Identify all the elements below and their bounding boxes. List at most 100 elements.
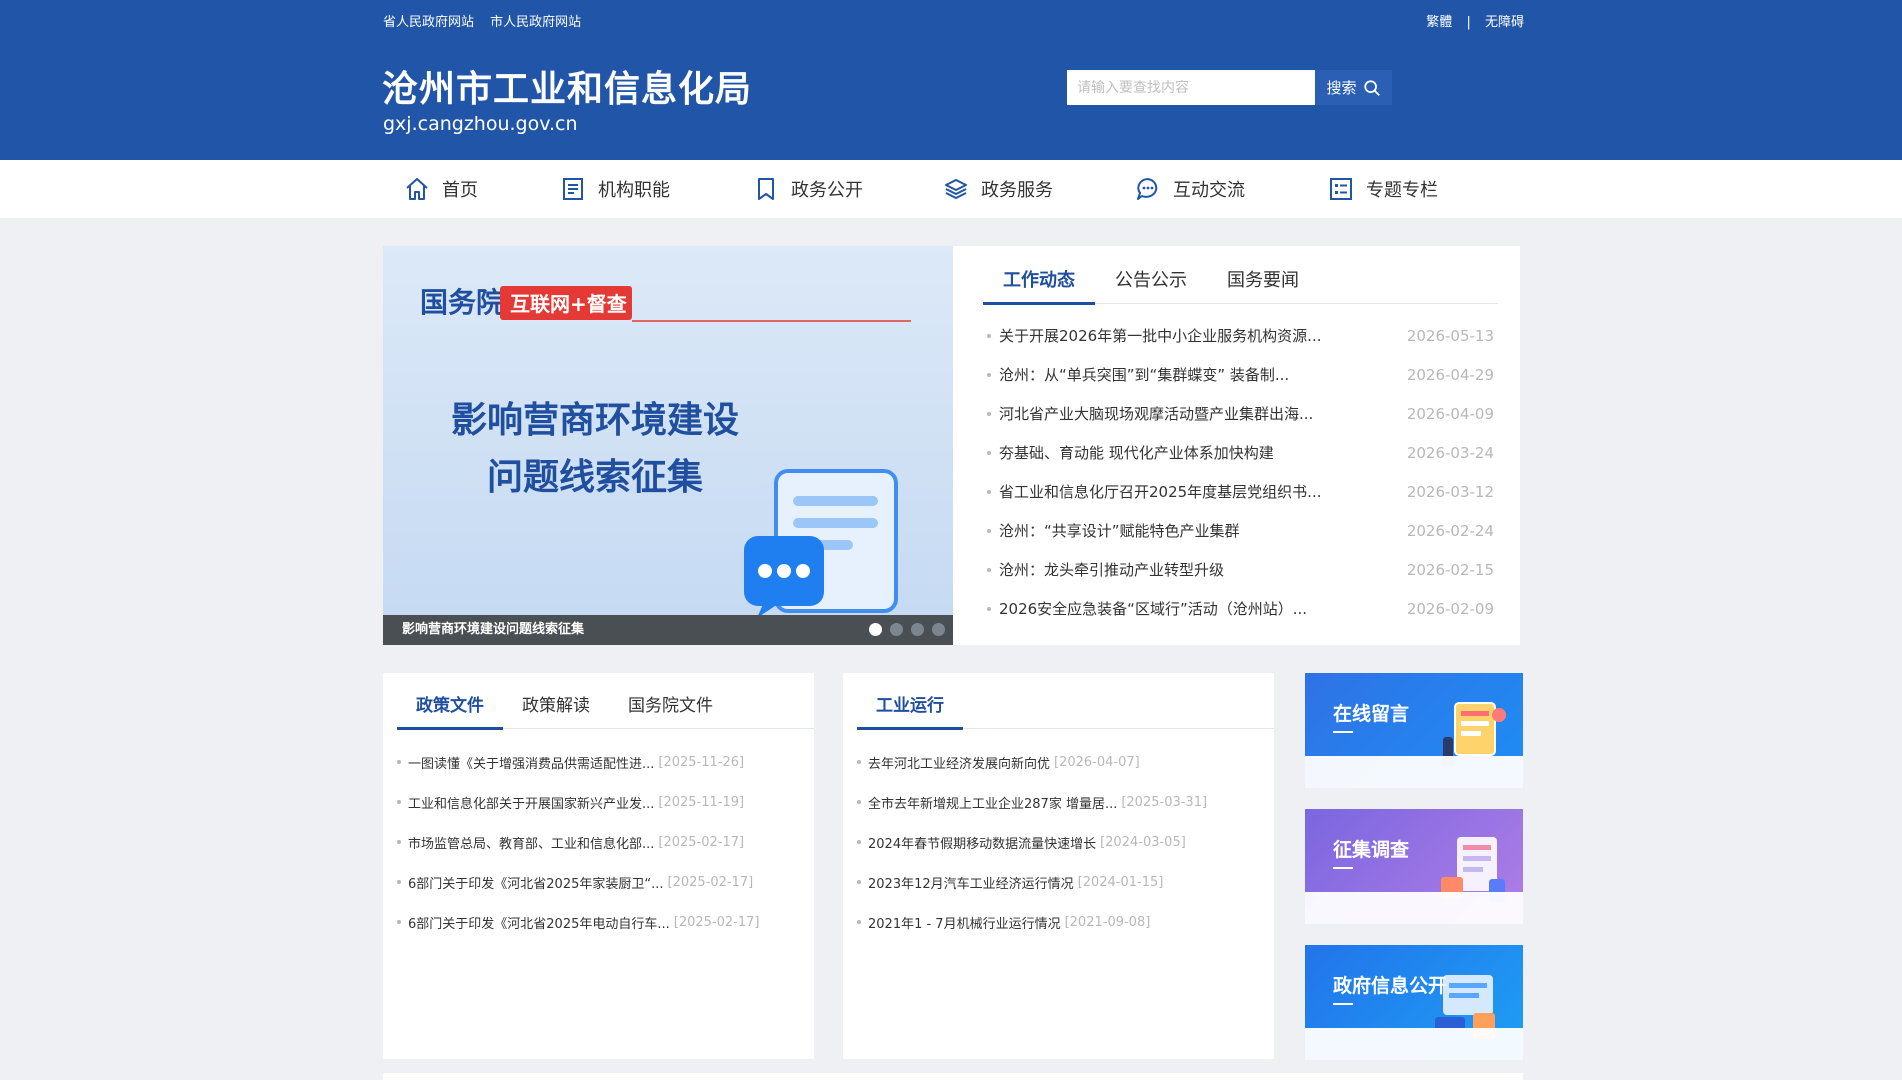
news-title: 沧州：“共享设计”赋能特色产业集群 bbox=[987, 520, 1240, 541]
list-item-title: 6部门关于印发《河北省2025年家装厨卫“... bbox=[408, 876, 664, 892]
news-date: 2026-02-15 bbox=[1406, 560, 1494, 579]
tab-industrial-operation[interactable]: 工业运行 bbox=[857, 683, 963, 730]
banner-footer bbox=[1305, 756, 1523, 788]
banner-underline bbox=[1333, 867, 1353, 869]
list-item-title: 工业和信息化部关于开展国家新兴产业发... bbox=[408, 796, 655, 812]
list-item-date: [2021-09-08] bbox=[1064, 914, 1151, 930]
hero-headline-line1: 影响营商环境建设 bbox=[451, 400, 739, 441]
site-title[interactable]: 沧州市工业和信息化局 bbox=[382, 60, 752, 112]
list-item-date: [2025-02-17] bbox=[673, 914, 760, 930]
news-title: 2026安全应急装备“区域行”活动（沧州站）... bbox=[987, 598, 1307, 619]
list-item[interactable]: 6部门关于印发《河北省2025年家装厨卫“... [2025-02-17] bbox=[397, 862, 800, 902]
list-item[interactable]: 一图读懂《关于增强消费品供需适配性进... [2025-11-26] bbox=[397, 742, 800, 782]
policy-panel: 政策文件 政策解读 国务院文件 一图读懂《关于增强消费品供需适配性进... [20… bbox=[383, 673, 814, 1059]
tab-state-council-documents[interactable]: 国务院文件 bbox=[609, 683, 732, 729]
tab-announcements[interactable]: 公告公示 bbox=[1095, 258, 1207, 304]
gov-info-disclosure-banner[interactable]: 政府信息公开 bbox=[1305, 945, 1523, 1060]
nav-label: 机构职能 bbox=[598, 180, 670, 201]
banner-label: 征集调查 bbox=[1333, 839, 1410, 861]
nav-special-topics[interactable]: 专题专栏 bbox=[1328, 160, 1438, 218]
news-list: 关于开展2026年第一批中小企业服务机构资源... 2026-05-13 沧州：从… bbox=[987, 316, 1494, 628]
search-button[interactable]: 搜索 bbox=[1315, 70, 1392, 105]
news-item[interactable]: 夯基础、育动能 现代化产业体系加快构建 2026-03-24 bbox=[987, 433, 1494, 472]
site-domain: gxj.cangzhou.gov.cn bbox=[383, 113, 578, 135]
news-title: 夯基础、育动能 现代化产业体系加快构建 bbox=[987, 442, 1274, 463]
news-item[interactable]: 沧州：龙头牵引推动产业转型升级 2026-02-15 bbox=[987, 550, 1494, 589]
list-item-date: [2026-04-07] bbox=[1054, 754, 1140, 770]
nav-label: 政务公开 bbox=[791, 180, 863, 201]
main-nav: 首页 机构职能 政务公开 政务服务 互动交流 专题专栏 bbox=[0, 160, 1902, 218]
news-title: 关于开展2026年第一批中小企业服务机构资源... bbox=[987, 325, 1321, 346]
nav-gov-services[interactable]: 政务服务 bbox=[943, 160, 1053, 218]
industry-list: 去年河北工业经济发展向新向优 [2026-04-07] 全市去年新增规上工业企业2… bbox=[857, 742, 1260, 942]
news-item[interactable]: 沧州：“共享设计”赋能特色产业集群 2026-02-24 bbox=[987, 511, 1494, 550]
top-links-right: 繁體 | 无障碍 bbox=[1426, 11, 1524, 30]
carousel-dot-1[interactable] bbox=[869, 623, 882, 636]
news-panel: 工作动态 公告公示 国务要闻 关于开展2026年第一批中小企业服务机构资源...… bbox=[953, 246, 1520, 645]
next-section-edge bbox=[383, 1073, 1523, 1080]
hero-carousel[interactable]: 国务院 互联网+督查 影响营商环境建设 问题线索征集 影响营商环境建设问题线索征… bbox=[383, 246, 953, 645]
list-item[interactable]: 2023年12月汽车工业经济运行情况 [2024-01-15] bbox=[857, 862, 1260, 902]
tab-policy-documents[interactable]: 政策文件 bbox=[397, 683, 503, 730]
list-item-title: 去年河北工业经济发展向新向优 bbox=[868, 756, 1051, 772]
hero-badge-right: 互联网+督查 bbox=[510, 292, 627, 316]
news-item[interactable]: 关于开展2026年第一批中小企业服务机构资源... 2026-05-13 bbox=[987, 316, 1494, 355]
top-links-left: 省人民政府网站 市人民政府网站 bbox=[383, 11, 593, 30]
news-item[interactable]: 2026安全应急装备“区域行”活动（沧州站）... 2026-02-09 bbox=[987, 589, 1494, 628]
news-title: 沧州：龙头牵引推动产业转型升级 bbox=[987, 559, 1224, 580]
list-item[interactable]: 6部门关于印发《河北省2025年电动自行车... [2025-02-17] bbox=[397, 902, 800, 942]
nav-label: 专题专栏 bbox=[1366, 180, 1438, 201]
bookmark-icon bbox=[758, 178, 774, 200]
banner-footer bbox=[1305, 1028, 1523, 1060]
accessibility-link[interactable]: 无障碍 bbox=[1485, 15, 1524, 30]
list-item-date: [2024-03-05] bbox=[1100, 834, 1186, 850]
list-item[interactable]: 工业和信息化部关于开展国家新兴产业发... [2025-11-19] bbox=[397, 782, 800, 822]
carousel-dot-3[interactable] bbox=[911, 623, 924, 636]
list-item-date: [2025-02-17] bbox=[658, 834, 745, 850]
layers-icon bbox=[945, 179, 967, 200]
news-item[interactable]: 沧州：从“单兵突围”到“集群蝶变” 装备制... 2026-04-29 bbox=[987, 355, 1494, 394]
nav-label: 政务服务 bbox=[981, 180, 1053, 201]
list-item-date: [2025-02-17] bbox=[667, 874, 754, 890]
nav-label: 互动交流 bbox=[1173, 180, 1245, 201]
survey-banner[interactable]: 征集调查 bbox=[1305, 809, 1523, 924]
search-icon bbox=[1363, 79, 1380, 96]
news-date: 2026-05-13 bbox=[1406, 326, 1494, 345]
list-item[interactable]: 全市去年新增规上工业企业287家 增量居... [2025-03-31] bbox=[857, 782, 1260, 822]
tab-policy-interpretation[interactable]: 政策解读 bbox=[503, 683, 609, 729]
hero-caption[interactable]: 影响营商环境建设问题线索征集 bbox=[383, 615, 953, 645]
list-item[interactable]: 市场监管总局、教育部、工业和信息化部... [2025-02-17] bbox=[397, 822, 800, 862]
carousel-dots bbox=[869, 623, 945, 636]
hero-slide-graphic: 国务院 互联网+督查 影响营商环境建设 问题线索征集 bbox=[420, 286, 911, 615]
search-input[interactable] bbox=[1067, 70, 1315, 105]
list-item-date: [2025-11-26] bbox=[658, 754, 745, 770]
news-item[interactable]: 河北省产业大脑现场观摩活动暨产业集群出海... 2026-04-09 bbox=[987, 394, 1494, 433]
nav-interaction[interactable]: 互动交流 bbox=[1135, 160, 1245, 218]
municipal-gov-link[interactable]: 市人民政府网站 bbox=[490, 15, 581, 30]
online-message-banner[interactable]: 在线留言 bbox=[1305, 673, 1523, 788]
carousel-dot-4[interactable] bbox=[932, 623, 945, 636]
news-date: 2026-02-24 bbox=[1406, 521, 1494, 540]
carousel-dot-2[interactable] bbox=[890, 623, 903, 636]
list-item-date: [2025-11-19] bbox=[658, 794, 745, 810]
news-date: 2026-02-09 bbox=[1406, 599, 1494, 618]
news-title: 沧州：从“单兵突围”到“集群蝶变” 装备制... bbox=[987, 364, 1289, 385]
nav-organization[interactable]: 机构职能 bbox=[560, 160, 670, 218]
news-item[interactable]: 省工业和信息化厅召开2025年度基层党组织书... 2026-03-12 bbox=[987, 472, 1494, 511]
policy-list: 一图读懂《关于增强消费品供需适配性进... [2025-11-26] 工业和信息化… bbox=[397, 742, 800, 942]
checklist-icon bbox=[1330, 178, 1352, 200]
tab-state-council-news[interactable]: 国务要闻 bbox=[1207, 258, 1319, 304]
list-item[interactable]: 2021年1 - 7月机械行业运行情况 [2021-09-08] bbox=[857, 902, 1260, 942]
provincial-gov-link[interactable]: 省人民政府网站 bbox=[383, 15, 474, 30]
nav-gov-affairs-disclosure[interactable]: 政务公开 bbox=[753, 160, 863, 218]
list-item[interactable]: 2024年春节假期移动数据流量快速增长 [2024-03-05] bbox=[857, 822, 1260, 862]
traditional-chinese-link[interactable]: 繁體 bbox=[1426, 15, 1452, 30]
chat-bubble-icon bbox=[1137, 178, 1158, 200]
banner-label: 在线留言 bbox=[1333, 703, 1410, 725]
list-item[interactable]: 去年河北工业经济发展向新向优 [2026-04-07] bbox=[857, 742, 1260, 782]
nav-home[interactable]: 首页 bbox=[404, 160, 478, 218]
industry-tabs: 工业运行 bbox=[857, 683, 1274, 730]
search-button-label: 搜索 bbox=[1326, 79, 1357, 97]
tab-work-updates[interactable]: 工作动态 bbox=[983, 258, 1095, 305]
list-item-title: 2023年12月汽车工业经济运行情况 bbox=[868, 876, 1074, 892]
